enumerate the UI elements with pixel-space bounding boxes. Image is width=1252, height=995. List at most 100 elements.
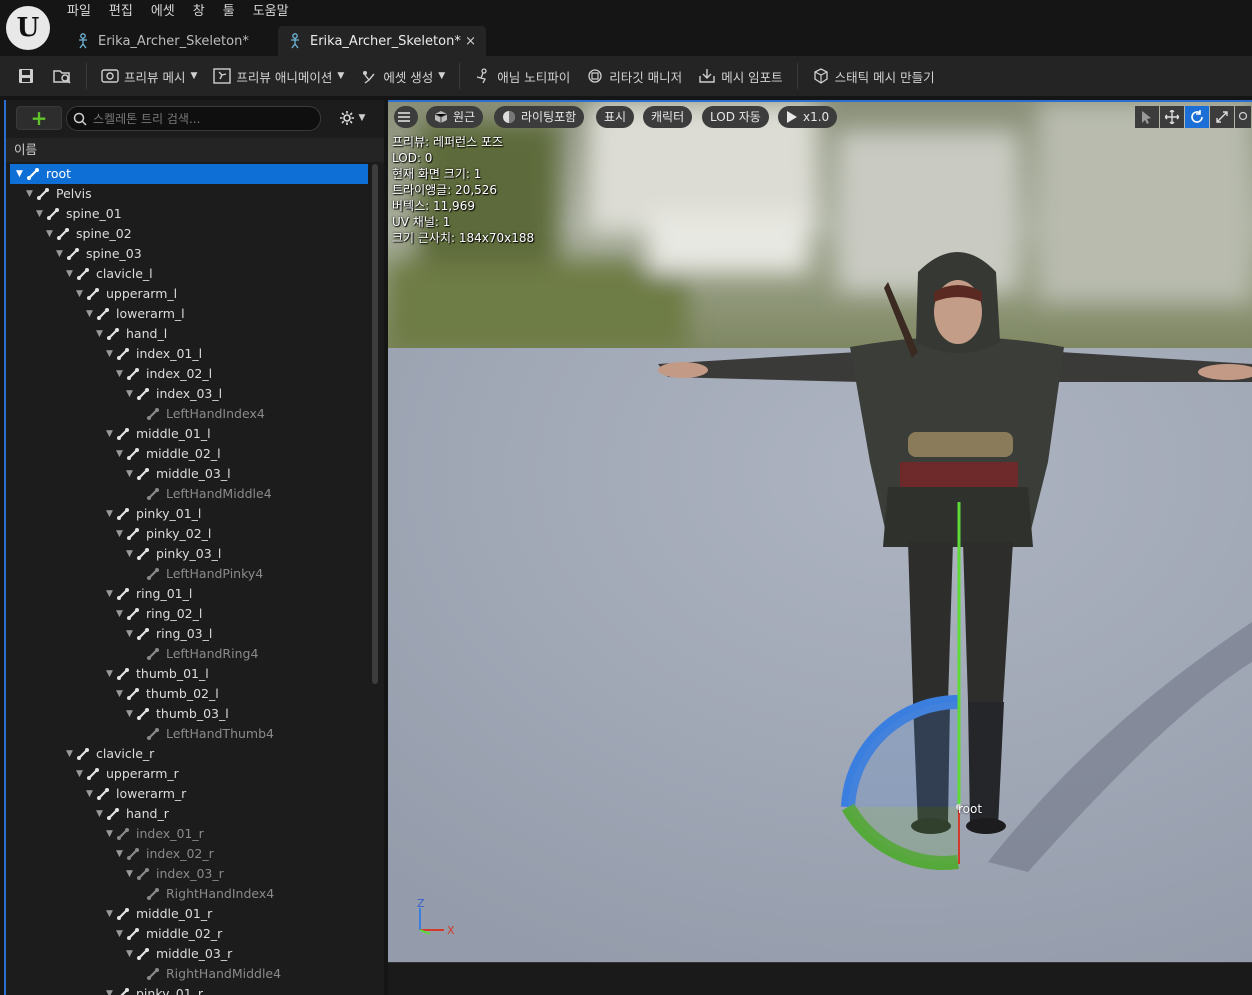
tree-row[interactable]: ▼ index_03_l <box>10 384 368 404</box>
unreal-logo-icon[interactable]: U <box>6 6 50 50</box>
tree-row[interactable]: ▼ ring_02_l <box>10 604 368 624</box>
expand-arrow-icon[interactable]: ▼ <box>76 284 86 304</box>
expand-arrow-icon[interactable]: ▼ <box>106 664 116 684</box>
expand-arrow-icon[interactable]: ▼ <box>126 704 136 724</box>
tree-row[interactable]: ▼ pinky_03_l <box>10 544 368 564</box>
tree-row[interactable]: LeftHandThumb4 <box>10 724 368 744</box>
select-tool-button[interactable] <box>1135 106 1159 128</box>
expand-arrow-icon[interactable]: ▼ <box>46 224 56 244</box>
expand-arrow-icon[interactable]: ▼ <box>106 984 116 995</box>
tree-row[interactable]: ▼ root <box>10 164 368 184</box>
expand-arrow-icon[interactable]: ▼ <box>76 764 86 784</box>
menu-help[interactable]: 도움말 <box>244 0 298 24</box>
menu-window[interactable]: 창 <box>184 0 214 24</box>
settings-button[interactable]: ▼ <box>332 106 372 130</box>
tree-row[interactable]: ▼ lowerarm_r <box>10 784 368 804</box>
tree-row[interactable]: ▼ ring_01_l <box>10 584 368 604</box>
tree-row[interactable]: ▼ index_02_r <box>10 844 368 864</box>
expand-arrow-icon[interactable]: ▼ <box>126 464 136 484</box>
show-button[interactable]: 표시 <box>596 106 635 128</box>
tree-row[interactable]: LeftHandIndex4 <box>10 404 368 424</box>
skeleton-search[interactable] <box>66 106 321 131</box>
tree-row[interactable]: ▼ index_01_l <box>10 344 368 364</box>
preview-viewport[interactable]: 원근 라이팅포함 표시 캐릭터 LOD 자동 x1.0 프리뷰: 레퍼런스 포즈… <box>388 100 1252 962</box>
perspective-button[interactable]: 원근 <box>426 106 484 128</box>
tree-row[interactable]: ▼ upperarm_l <box>10 284 368 304</box>
rotate-tool-button[interactable] <box>1185 106 1209 128</box>
expand-arrow-icon[interactable]: ▼ <box>56 244 66 264</box>
expand-arrow-icon[interactable]: ▼ <box>126 384 136 404</box>
expand-arrow-icon[interactable]: ▼ <box>86 784 96 804</box>
expand-arrow-icon[interactable]: ▼ <box>36 204 46 224</box>
tree-row[interactable]: ▼ ring_03_l <box>10 624 368 644</box>
menu-edit[interactable]: 편집 <box>100 0 142 24</box>
name-column-header[interactable]: 이름 <box>6 138 384 162</box>
tab-skeleton-2[interactable]: Erika_Archer_Skeleton* × <box>278 26 486 56</box>
tree-row[interactable]: ▼ thumb_02_l <box>10 684 368 704</box>
tree-row[interactable]: ▼ thumb_01_l <box>10 664 368 684</box>
tree-row[interactable]: ▼ clavicle_r <box>10 744 368 764</box>
expand-arrow-icon[interactable]: ▼ <box>116 684 126 704</box>
close-icon[interactable]: × <box>465 34 476 49</box>
save-icon[interactable] <box>8 61 44 91</box>
anim-notify-button[interactable]: 애님 노티파이 <box>466 61 578 91</box>
tree-row[interactable]: ▼ Pelvis <box>10 184 368 204</box>
expand-arrow-icon[interactable]: ▼ <box>106 824 116 844</box>
tree-row[interactable]: ▼ index_03_r <box>10 864 368 884</box>
tree-row[interactable]: ▼ pinky_02_l <box>10 524 368 544</box>
tree-row[interactable]: ▼ middle_03_r <box>10 944 368 964</box>
browse-icon[interactable] <box>44 61 80 91</box>
tree-row[interactable]: ▼ pinky_01_l <box>10 504 368 524</box>
scale-tool-button[interactable] <box>1210 106 1234 128</box>
lighting-button[interactable]: 라이팅포함 <box>494 106 585 128</box>
expand-arrow-icon[interactable]: ▼ <box>106 344 116 364</box>
more-tools-button[interactable] <box>1235 106 1251 128</box>
lod-button[interactable]: LOD 자동 <box>702 106 769 128</box>
tree-row[interactable]: ▼ middle_02_l <box>10 444 368 464</box>
tree-row[interactable]: ▼ hand_r <box>10 804 368 824</box>
tree-row[interactable]: ▼ middle_01_l <box>10 424 368 444</box>
expand-arrow-icon[interactable]: ▼ <box>126 944 136 964</box>
tab-skeleton-1[interactable]: Erika_Archer_Skeleton* <box>66 26 274 56</box>
expand-arrow-icon[interactable]: ▼ <box>116 364 126 384</box>
tree-row[interactable]: ▼ middle_01_r <box>10 904 368 924</box>
expand-arrow-icon[interactable]: ▼ <box>66 264 76 284</box>
expand-arrow-icon[interactable]: ▼ <box>126 864 136 884</box>
add-button[interactable]: + <box>16 106 62 130</box>
menu-asset[interactable]: 에셋 <box>142 0 184 24</box>
expand-arrow-icon[interactable]: ▼ <box>106 424 116 444</box>
expand-arrow-icon[interactable]: ▼ <box>126 544 136 564</box>
preview-mesh-button[interactable]: 프리뷰 메시 ▼ <box>93 61 205 91</box>
expand-arrow-icon[interactable]: ▼ <box>116 844 126 864</box>
expand-arrow-icon[interactable]: ▼ <box>16 164 26 184</box>
make-static-mesh-button[interactable]: 스태틱 메시 만들기 <box>804 61 943 91</box>
create-asset-button[interactable]: 에셋 생성 ▼ <box>352 61 453 91</box>
tree-row[interactable]: LeftHandMiddle4 <box>10 484 368 504</box>
tree-row[interactable]: ▼ spine_02 <box>10 224 368 244</box>
expand-arrow-icon[interactable]: ▼ <box>96 804 106 824</box>
search-input[interactable] <box>93 111 313 126</box>
tree-row[interactable]: ▼ lowerarm_l <box>10 304 368 324</box>
menu-tools[interactable]: 툴 <box>214 0 244 24</box>
expand-arrow-icon[interactable]: ▼ <box>106 504 116 524</box>
tree-row[interactable]: LeftHandPinky4 <box>10 564 368 584</box>
tree-row[interactable]: RightHandIndex4 <box>10 884 368 904</box>
expand-arrow-icon[interactable]: ▼ <box>106 904 116 924</box>
expand-arrow-icon[interactable]: ▼ <box>96 324 106 344</box>
expand-arrow-icon[interactable]: ▼ <box>116 444 126 464</box>
tree-row[interactable]: ▼ middle_03_l <box>10 464 368 484</box>
expand-arrow-icon[interactable]: ▼ <box>86 304 96 324</box>
import-mesh-button[interactable]: 메시 임포트 <box>690 61 790 91</box>
expand-arrow-icon[interactable]: ▼ <box>26 184 36 204</box>
tree-row[interactable]: ▼ spine_01 <box>10 204 368 224</box>
viewport-menu-button[interactable] <box>394 106 418 128</box>
tree-row[interactable]: ▼ thumb_03_l <box>10 704 368 724</box>
tree-row[interactable]: ▼ clavicle_l <box>10 264 368 284</box>
tree-row[interactable]: ▼ pinky_01_r <box>10 984 368 995</box>
tree-scrollbar[interactable] <box>372 164 378 684</box>
tree-row[interactable]: ▼ hand_l <box>10 324 368 344</box>
tree-row[interactable]: RightHandMiddle4 <box>10 964 368 984</box>
tree-row[interactable]: ▼ spine_03 <box>10 244 368 264</box>
play-speed-button[interactable]: x1.0 <box>778 106 838 128</box>
menu-file[interactable]: 파일 <box>58 0 100 24</box>
